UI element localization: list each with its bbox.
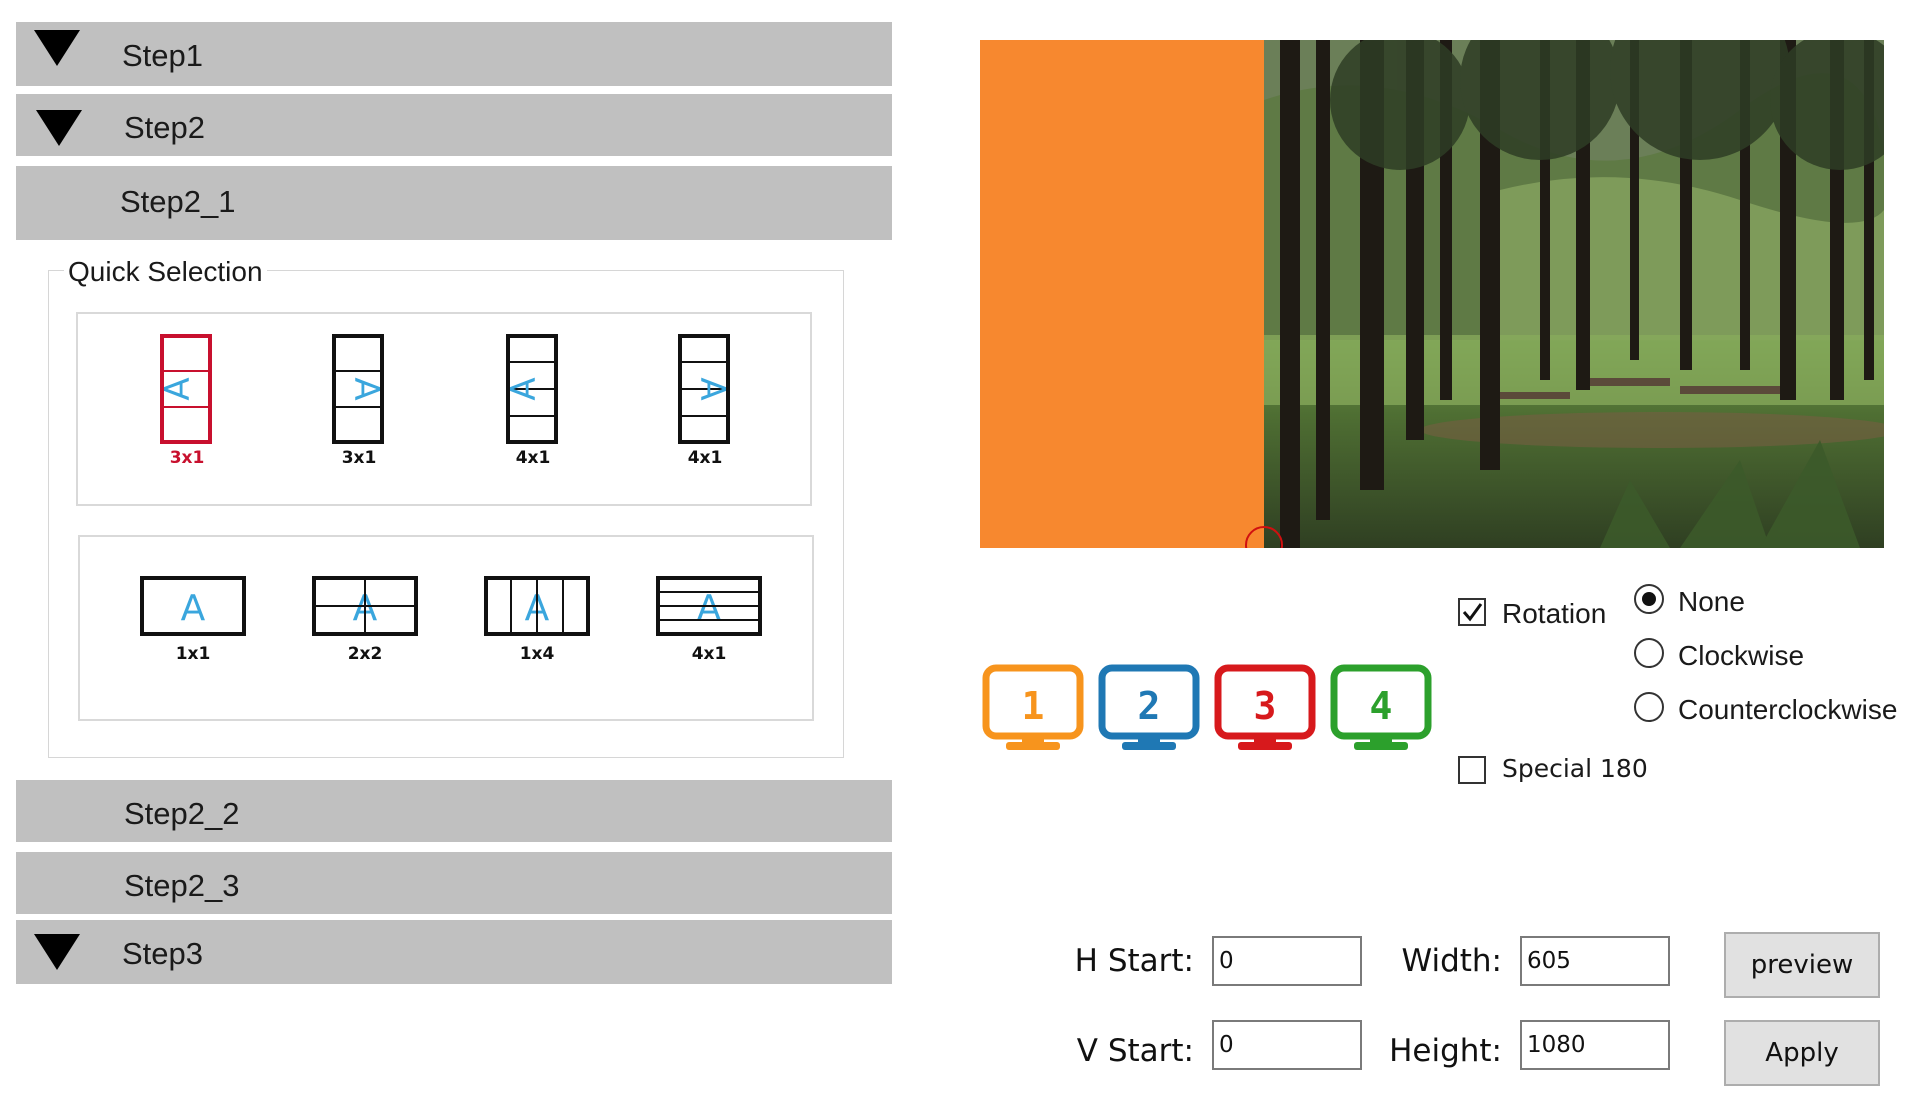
apply-button[interactable]: Apply	[1724, 1020, 1880, 1086]
monitor-4-icon[interactable]: 4	[1330, 664, 1432, 754]
preview-overlay-region	[980, 40, 1264, 548]
expand-triangle-icon	[34, 934, 80, 970]
step2-2-label: Step2_2	[124, 796, 240, 831]
layout-rotated-3x1[interactable]: A	[332, 334, 386, 444]
expand-triangle-icon	[34, 30, 80, 66]
layout-4x1[interactable]: A	[656, 576, 762, 636]
step1-label: Step1	[122, 38, 204, 73]
layout-caption: 1x1	[175, 644, 211, 664]
rotation-none-label: None	[1678, 586, 1745, 617]
h-start-input[interactable]	[1212, 936, 1362, 986]
rotated-a-4x1-icon: A	[678, 334, 732, 444]
layout-caption: 1x4	[519, 644, 555, 664]
svg-text:A: A	[506, 377, 544, 400]
svg-text:2: 2	[1138, 684, 1161, 728]
rotation-clockwise-radio[interactable]	[1634, 638, 1664, 668]
step2-3-header[interactable]: Step2_3	[16, 852, 892, 914]
svg-text:A: A	[692, 377, 732, 400]
forest-photo-image	[980, 40, 1884, 548]
rotation-counterclockwise-radio[interactable]	[1634, 692, 1664, 722]
width-label: Width:	[1401, 943, 1502, 979]
monitor-1-icon[interactable]: 1	[982, 664, 1084, 754]
layout-caption: 3x1	[341, 448, 377, 468]
special-180-checkbox[interactable]	[1458, 756, 1486, 784]
layout-caption: 4x1	[687, 448, 723, 468]
width-input[interactable]	[1520, 936, 1670, 986]
checkmark-icon	[1462, 603, 1483, 622]
monitor-3-icon[interactable]: 3	[1214, 664, 1316, 754]
step2-2-header[interactable]: Step2_2	[16, 780, 892, 842]
svg-text:A: A	[181, 588, 206, 629]
preview-button[interactable]: preview	[1724, 932, 1880, 998]
layout-1x4[interactable]: A	[484, 576, 590, 636]
layout-caption: 3x1	[169, 448, 205, 468]
monitor-2-icon[interactable]: 2	[1098, 664, 1200, 754]
height-label: Height:	[1389, 1033, 1502, 1069]
layout-caption: 4x1	[691, 644, 727, 664]
step2-header[interactable]: Step2	[16, 94, 892, 156]
v-start-input[interactable]	[1212, 1020, 1362, 1070]
height-input[interactable]	[1520, 1020, 1670, 1070]
radio-selected-dot	[1642, 592, 1656, 606]
svg-text:A: A	[160, 377, 198, 400]
layout-rotated-3x1-selected[interactable]: A	[158, 334, 214, 444]
svg-text:A: A	[697, 588, 722, 629]
step1-header[interactable]: Step1	[16, 22, 892, 86]
step3-header[interactable]: Step3	[16, 920, 892, 984]
rotation-checkbox[interactable]	[1458, 598, 1486, 626]
rotated-a-4x1-icon: A	[504, 334, 558, 444]
layout-caption: 2x2	[347, 644, 383, 664]
svg-text:A: A	[346, 377, 386, 400]
step2-1-label: Step2_1	[120, 184, 236, 219]
rotation-counterclockwise-label: Counterclockwise	[1678, 694, 1898, 725]
special-180-label: Special 180	[1502, 754, 1648, 783]
rotated-a-3x1-icon: A	[158, 334, 212, 444]
v-start-label: V Start:	[1076, 1033, 1194, 1069]
layout-rotated-4x1-cw[interactable]: A	[678, 334, 732, 444]
upright-a-2x2-icon: A	[312, 576, 418, 636]
rotation-none-radio[interactable]	[1634, 584, 1664, 614]
upright-a-1x1-icon: A	[140, 576, 246, 636]
rotation-label: Rotation	[1502, 598, 1607, 629]
step2-3-label: Step2_3	[124, 868, 240, 903]
layout-rotated-4x1[interactable]: A	[504, 334, 560, 444]
step2-1-header[interactable]: Step2_1	[16, 166, 892, 240]
layout-caption: 4x1	[515, 448, 551, 468]
quick-selection-title: Quick Selection	[64, 256, 267, 288]
upright-a-4x1-icon: A	[656, 576, 762, 636]
svg-text:1: 1	[1022, 684, 1045, 728]
layout-2x2[interactable]: A	[312, 576, 418, 636]
svg-text:4: 4	[1370, 684, 1393, 728]
rotated-a-3x1-icon: A	[332, 334, 386, 444]
step2-label: Step2	[124, 110, 206, 145]
step3-label: Step3	[122, 936, 204, 971]
layout-1x1[interactable]: A	[140, 576, 246, 636]
h-start-label: H Start:	[1074, 943, 1194, 979]
upright-a-1x4-icon: A	[484, 576, 590, 636]
rotation-clockwise-label: Clockwise	[1678, 640, 1805, 671]
expand-triangle-icon	[36, 110, 82, 146]
preview-canvas[interactable]	[980, 40, 1884, 548]
svg-text:3: 3	[1254, 684, 1277, 728]
